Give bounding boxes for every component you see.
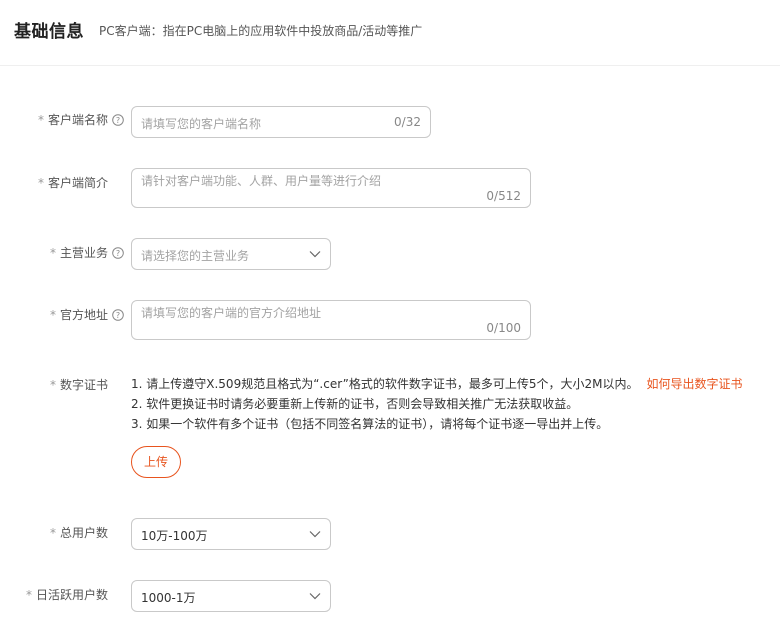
main-business-label-text: 主营业务: [59, 246, 108, 260]
required-mark: *: [37, 112, 44, 127]
cert-rule-1: 1. 请上传遵守X.509规范且格式为“.cer”格式的软件数字证书，最多可上传…: [131, 374, 743, 394]
section-subtitle: PC客户端：指在PC电脑上的应用软件中投放商品/活动等推广: [99, 24, 423, 38]
client-intro-placeholder: 请针对客户端功能、人群、用户量等进行介绍: [141, 174, 382, 188]
client-name-input[interactable]: 请填写您的客户端名称 0/32: [131, 106, 431, 138]
digital-cert-label: * 数字证书: [50, 376, 124, 393]
client-name-placeholder: 请填写您的客户端名称: [141, 117, 262, 131]
client-intro-label-text: 客户端简介: [47, 176, 108, 190]
cert-rule-3: 3. 如果一个软件有多个证书（包括不同签名算法的证书），请将每个证书逐一导出并上…: [131, 417, 609, 431]
svg-text:?: ?: [116, 311, 120, 320]
client-name-label: * 客户端名称 ?: [38, 111, 124, 128]
daily-active-value: 1000-1万: [141, 591, 196, 605]
total-users-value: 10万-100万: [141, 529, 208, 543]
official-url-label: * 官方地址 ?: [50, 306, 124, 323]
client-intro-counter: 0/512: [486, 189, 521, 203]
svg-text:?: ?: [116, 249, 120, 258]
required-mark: *: [49, 245, 56, 260]
daily-active-label: * 日活跃用户数: [26, 586, 124, 603]
help-circle-icon[interactable]: ?: [112, 113, 124, 126]
client-name-label-text: 客户端名称: [47, 113, 108, 127]
upload-button[interactable]: 上传: [131, 446, 181, 478]
required-mark: *: [49, 377, 56, 392]
client-name-counter: 0/32: [394, 115, 421, 129]
svg-text:?: ?: [116, 116, 120, 125]
official-url-label-text: 官方地址: [59, 308, 108, 322]
official-url-counter: 0/100: [486, 321, 521, 335]
total-users-select[interactable]: 10万-100万: [131, 518, 331, 550]
required-mark: *: [49, 307, 56, 322]
chevron-down-icon: [309, 531, 321, 538]
cert-rule-1-text: 1. 请上传遵守X.509规范且格式为“.cer”格式的软件数字证书，最多可上传…: [131, 377, 639, 391]
total-users-label: * 总用户数: [50, 524, 124, 541]
official-url-placeholder: 请填写您的客户端的官方介绍地址: [141, 306, 322, 320]
chevron-down-icon: [309, 251, 321, 258]
chevron-down-icon: [309, 593, 321, 600]
digital-cert-label-text: 数字证书: [59, 378, 108, 392]
daily-active-select[interactable]: 1000-1万: [131, 580, 331, 612]
main-business-label: * 主营业务 ?: [50, 244, 124, 261]
section-title: 基础信息: [14, 22, 84, 42]
official-url-textarea[interactable]: 请填写您的客户端的官方介绍地址 0/100: [131, 300, 531, 340]
total-users-label-text: 总用户数: [59, 526, 108, 540]
section-header: 基础信息 PC客户端：指在PC电脑上的应用软件中投放商品/活动等推广: [0, 0, 780, 66]
required-mark: *: [49, 525, 56, 540]
daily-active-label-text: 日活跃用户数: [35, 588, 108, 602]
required-mark: *: [25, 587, 32, 602]
client-intro-textarea[interactable]: 请针对客户端功能、人群、用户量等进行介绍 0/512: [131, 168, 531, 208]
client-intro-label: * 客户端简介: [38, 174, 124, 191]
help-circle-icon[interactable]: ?: [112, 308, 124, 321]
required-mark: *: [37, 175, 44, 190]
export-cert-link[interactable]: 如何导出数字证书: [647, 377, 743, 391]
main-business-placeholder: 请选择您的主营业务: [141, 249, 250, 263]
main-business-select[interactable]: 请选择您的主营业务: [131, 238, 331, 270]
help-circle-icon[interactable]: ?: [112, 246, 124, 259]
cert-rule-2: 2. 软件更换证书时请务必要重新上传新的证书，否则会导致相关推广无法获取收益。: [131, 397, 579, 411]
